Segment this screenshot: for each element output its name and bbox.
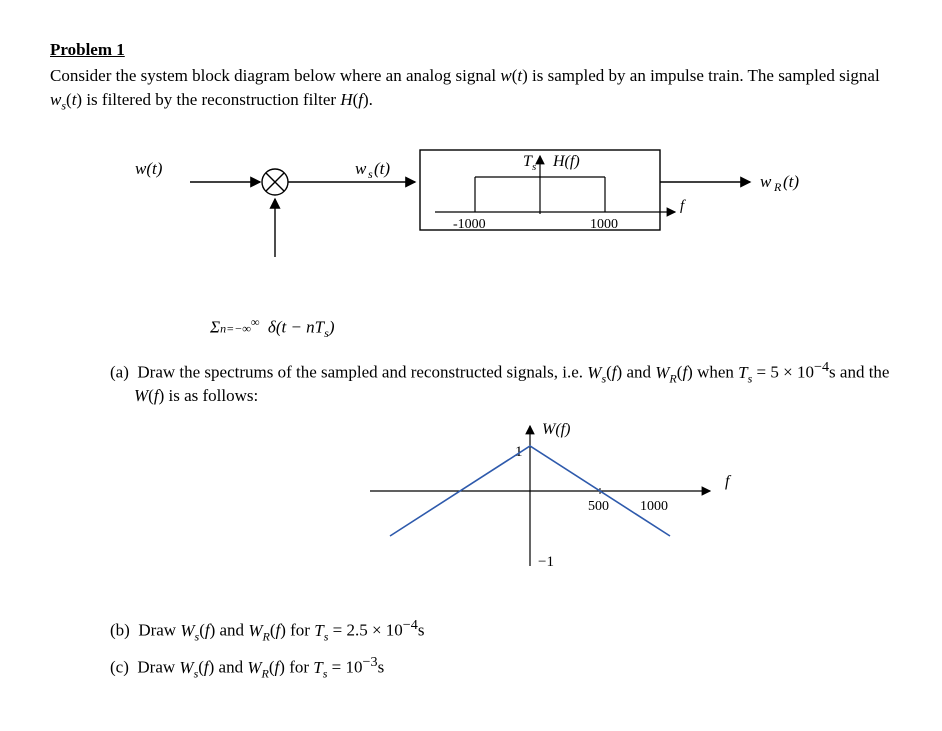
svg-text:s: s <box>532 161 536 173</box>
svg-text:s: s <box>368 167 373 181</box>
filter-xlabel: f <box>680 198 686 214</box>
svg-text:(t): (t) <box>374 159 390 178</box>
problem-intro: Consider the system block diagram below … <box>50 64 892 114</box>
mid-signal-label: w <box>355 159 367 178</box>
svg-text:(t): (t) <box>783 172 799 191</box>
wf-x1: 500 <box>588 499 609 514</box>
filter-xmin: -1000 <box>453 217 486 232</box>
wf-plot: W(f) f 1 −1 500 1000 <box>350 416 892 591</box>
output-label: w <box>760 172 772 191</box>
part-a-label: (a) <box>110 363 129 382</box>
filter-xmax: 1000 <box>590 217 618 232</box>
impulse-train-eq: Σn=−∞∞ δ(t − nTs) <box>210 315 892 341</box>
part-a: (a) Draw the spectrums of the sampled an… <box>110 359 892 406</box>
part-c: (c) Draw Ws(f) and WR(f) for Ts = 10−3s <box>110 654 892 681</box>
svg-text:R: R <box>773 180 782 194</box>
filter-title: H(f) <box>552 153 580 170</box>
problem-title: Problem 1 <box>50 40 892 60</box>
part-c-label: (c) <box>110 658 129 677</box>
part-b: (b) Draw Ws(f) and WR(f) for Ts = 2.5 × … <box>110 617 892 644</box>
wf-xlabel: f <box>725 473 732 490</box>
block-diagram: w(t) w s (t) T s H(f) -1000 1000 f w R (… <box>110 142 892 297</box>
part-b-label: (b) <box>110 621 130 640</box>
wf-ybot: −1 <box>538 554 554 570</box>
wf-title: W(f) <box>542 421 570 438</box>
wf-x2: 1000 <box>640 499 668 514</box>
input-label: w(t) <box>135 159 163 178</box>
